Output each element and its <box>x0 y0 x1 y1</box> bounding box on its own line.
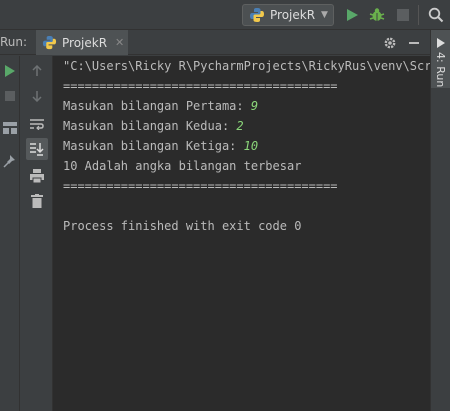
hide-panel-button[interactable] <box>405 34 423 52</box>
search-everywhere-button[interactable] <box>426 5 446 25</box>
debug-button[interactable] <box>367 5 387 25</box>
prompt-third: Masukan bilangan Ketiga: <box>63 139 244 153</box>
close-icon[interactable]: ✕ <box>115 36 124 49</box>
trash-icon <box>31 194 43 208</box>
print-button[interactable] <box>28 167 46 185</box>
side-tab-run[interactable]: 4: Run <box>431 30 450 88</box>
layout-icon <box>3 122 17 134</box>
python-icon <box>42 35 57 50</box>
gear-icon <box>384 37 396 49</box>
pin-icon <box>3 155 15 168</box>
input-value-second: 2 <box>236 119 244 133</box>
clear-all-button[interactable] <box>28 192 46 210</box>
scroll-to-end-icon <box>30 143 44 156</box>
stop-button[interactable] <box>393 5 413 25</box>
bug-icon <box>369 8 385 21</box>
run-configuration-selector[interactable]: ProjekR ▼ <box>242 4 334 26</box>
soft-wrap-button[interactable] <box>28 115 46 133</box>
search-icon <box>428 7 444 23</box>
input-line-third: Masukan bilangan Ketiga: 10 <box>63 138 258 154</box>
arrow-down-icon <box>32 91 42 102</box>
scroll-up-button[interactable] <box>28 62 46 80</box>
tab-label: ProjekR <box>62 35 108 50</box>
result-line: 10 Adalah angka bilangan terbesar <box>63 159 302 173</box>
input-value-first: 9 <box>250 99 259 113</box>
stop-icon <box>5 91 15 101</box>
separator-line: ====================================== <box>63 79 338 93</box>
command-line: "C:\Users\Ricky R\PycharmProjects\RickyR… <box>63 59 430 73</box>
side-tab-label: 4: Run <box>434 52 447 88</box>
input-line-second: Masukan bilangan Kedua: 2 <box>63 118 244 134</box>
exit-status-line: Process finished with exit code 0 <box>63 219 302 233</box>
arrow-up-icon <box>32 65 42 76</box>
stop-process-button[interactable] <box>1 87 19 105</box>
restore-layout-button[interactable] <box>1 119 19 137</box>
console-actions-gutter <box>21 56 53 411</box>
minimize-icon <box>409 42 419 44</box>
input-value-third: 10 <box>243 139 259 153</box>
run-tool-window-header: Run: ProjekR ✕ <box>0 30 430 55</box>
rerun-button[interactable] <box>1 62 19 80</box>
prompt-second: Masukan bilangan Kedua: <box>63 119 237 133</box>
play-icon <box>347 9 358 21</box>
right-tool-stripe: 4: Run <box>430 30 450 411</box>
pin-tab-button[interactable] <box>1 152 19 170</box>
separator-line: ====================================== <box>63 179 338 193</box>
run-actions-gutter <box>0 56 20 411</box>
scroll-down-button[interactable] <box>28 87 46 105</box>
run-label: Run: <box>0 35 28 49</box>
soft-wrap-icon <box>30 119 44 130</box>
stop-icon <box>397 9 409 21</box>
run-configuration-name: ProjekR <box>270 8 316 22</box>
run-button[interactable] <box>342 5 362 25</box>
chevron-down-icon: ▼ <box>321 10 328 20</box>
tab-projekr[interactable]: ProjekR ✕ <box>36 30 128 55</box>
input-line-first: Masukan bilangan Pertama: 9 <box>63 98 258 114</box>
scroll-to-end-toggle[interactable] <box>26 138 48 160</box>
console-output[interactable]: "C:\Users\Ricky R\PycharmProjects\RickyR… <box>53 56 430 411</box>
toolbar-divider <box>418 5 419 25</box>
prompt-first: Masukan bilangan Pertama: <box>63 99 251 113</box>
python-icon <box>250 8 264 22</box>
play-icon <box>437 38 445 48</box>
main-toolbar: ProjekR ▼ <box>0 0 450 30</box>
settings-button[interactable] <box>381 34 399 52</box>
printer-icon <box>30 169 44 183</box>
play-icon <box>5 65 15 77</box>
